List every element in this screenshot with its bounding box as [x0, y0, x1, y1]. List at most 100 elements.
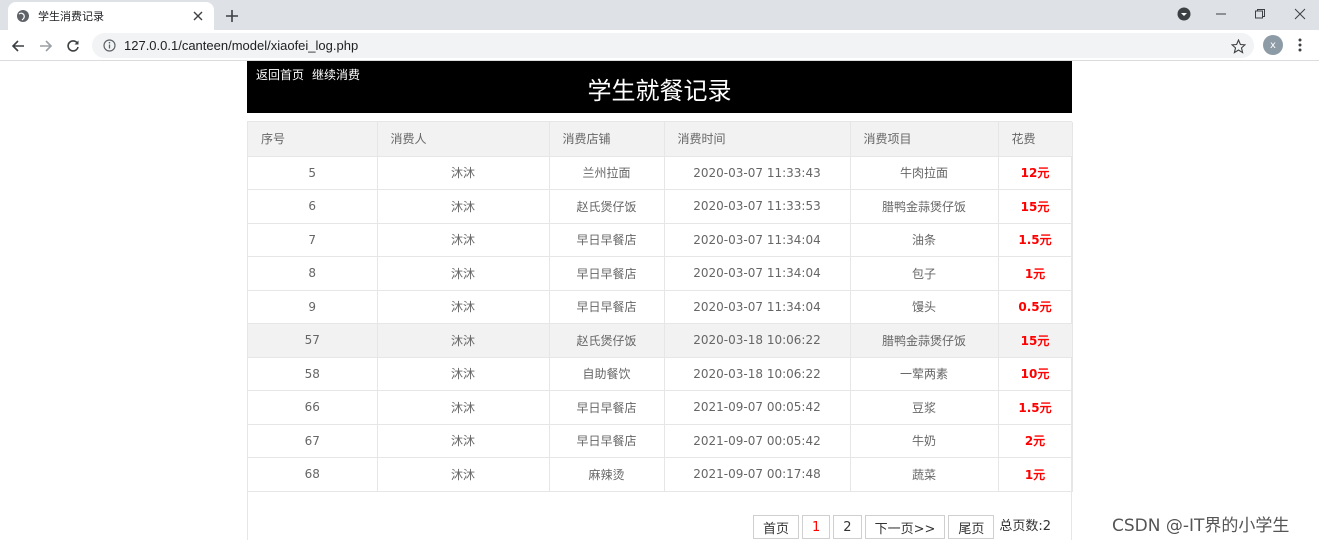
table-row: 67 沐沐 早日早餐店 2021-09-07 00:05:42 牛奶 2元 — [248, 424, 1073, 458]
cell-shop: 兰州拉面 — [549, 156, 665, 190]
page-2-button[interactable]: 2 — [833, 515, 862, 539]
browser-tab[interactable]: 学生消费记录 — [8, 2, 214, 30]
cell-shop: 早日早餐店 — [549, 223, 665, 257]
cell-item: 油条 — [850, 223, 999, 257]
restore-icon[interactable] — [1248, 4, 1272, 24]
page-header: 返回首页 继续消费 学生就餐记录 — [247, 61, 1072, 113]
avatar[interactable]: x — [1263, 35, 1283, 55]
table-row: 8 沐沐 早日早餐店 2020-03-07 11:34:04 包子 1元 — [248, 256, 1073, 291]
cell-shop: 早日早餐店 — [549, 256, 665, 291]
cell-id: 68 — [248, 457, 378, 492]
cell-item: 蔬菜 — [850, 457, 999, 492]
table-row: 66 沐沐 早日早餐店 2021-09-07 00:05:42 豆浆 1.5元 — [248, 390, 1073, 425]
cell-id: 6 — [248, 189, 378, 224]
forward-arrow-icon[interactable] — [35, 35, 57, 57]
cell-cost: 1元 — [998, 457, 1073, 492]
col-header-time: 消费时间 — [664, 122, 851, 157]
table-row: 5 沐沐 兰州拉面 2020-03-07 11:33:43 牛肉拉面 12元 — [248, 156, 1073, 190]
cell-consumer: 沐沐 — [377, 223, 550, 257]
cell-consumer: 沐沐 — [377, 156, 550, 190]
cell-id: 67 — [248, 424, 378, 458]
table-row: 7 沐沐 早日早餐店 2020-03-07 11:34:04 油条 1.5元 — [248, 223, 1073, 257]
tab-title: 学生消费记录 — [38, 10, 104, 23]
url-input[interactable]: 127.0.0.1/canteen/model/xiaofei_log.php — [92, 33, 1254, 58]
cell-time: 2020-03-18 10:06:22 — [664, 323, 851, 358]
cell-time: 2020-03-07 11:34:04 — [664, 223, 851, 257]
col-header-id: 序号 — [248, 122, 378, 157]
cell-item: 腊鸭金蒜煲仔饭 — [850, 323, 999, 358]
cell-cost: 1.5元 — [998, 223, 1073, 257]
col-header-shop: 消费店铺 — [549, 122, 665, 157]
cell-shop: 早日早餐店 — [549, 424, 665, 458]
cell-id: 66 — [248, 390, 378, 425]
cell-time: 2021-09-07 00:17:48 — [664, 457, 851, 492]
table-header-row: 序号 消费人 消费店铺 消费时间 消费项目 花费 — [248, 122, 1073, 157]
table-row: 58 沐沐 自助餐饮 2020-03-18 10:06:22 一荤两素 10元 — [248, 357, 1073, 391]
cell-cost: 10元 — [998, 357, 1073, 391]
cell-cost: 12元 — [998, 156, 1073, 190]
window-close-icon[interactable] — [1288, 4, 1312, 24]
cell-item: 牛奶 — [850, 424, 999, 458]
pagination: 首页 1 2 下一页>> 尾页 总页数:2 — [753, 515, 1051, 539]
cell-cost: 0.5元 — [998, 290, 1073, 324]
cell-item: 馒头 — [850, 290, 999, 324]
last-page-button[interactable]: 尾页 — [948, 515, 995, 539]
page-title: 学生就餐记录 — [587, 77, 732, 105]
cell-cost: 1.5元 — [998, 390, 1073, 425]
cell-shop: 赵氏煲仔饭 — [549, 323, 665, 358]
browser-tab-bar: 学生消费记录 — [0, 0, 1319, 30]
cell-time: 2020-03-18 10:06:22 — [664, 357, 851, 391]
cell-consumer: 沐沐 — [377, 424, 550, 458]
first-page-button[interactable]: 首页 — [753, 515, 800, 539]
table-row: 6 沐沐 赵氏煲仔饭 2020-03-07 11:33:53 腊鸭金蒜煲仔饭 15元 — [248, 189, 1073, 224]
cell-consumer: 沐沐 — [377, 189, 550, 224]
table-body: 5 沐沐 兰州拉面 2020-03-07 11:33:43 牛肉拉面 12元 6 沐沐 赵氏煲仔… — [248, 156, 1073, 492]
cell-id: 9 — [248, 290, 378, 324]
cell-item: 牛肉拉面 — [850, 156, 999, 190]
cell-item: 腊鸭金蒜煲仔饭 — [850, 189, 999, 224]
records-table: 序号 消费人 消费店铺 消费时间 消费项目 花费 5 沐沐 兰州拉面 2020-03-… — [248, 122, 1073, 492]
cell-item: 包子 — [850, 256, 999, 291]
cell-cost: 1元 — [998, 256, 1073, 291]
close-icon[interactable] — [190, 8, 206, 24]
reload-icon[interactable] — [62, 35, 84, 57]
cell-id: 57 — [248, 323, 378, 358]
table-row: 9 沐沐 早日早餐店 2020-03-07 11:34:04 馒头 0.5元 — [248, 290, 1073, 324]
minimize-icon[interactable] — [1209, 4, 1233, 24]
page-1-button[interactable]: 1 — [802, 515, 831, 539]
new-tab-icon[interactable] — [222, 6, 242, 26]
cell-consumer: 沐沐 — [377, 457, 550, 492]
cell-consumer: 沐沐 — [377, 390, 550, 425]
more-menu-icon[interactable] — [1292, 35, 1308, 55]
cell-shop: 早日早餐店 — [549, 390, 665, 425]
cell-consumer: 沐沐 — [377, 256, 550, 291]
cell-time: 2021-09-07 00:05:42 — [664, 390, 851, 425]
cell-time: 2020-03-07 11:34:04 — [664, 290, 851, 324]
table-row: 57 沐沐 赵氏煲仔饭 2020-03-18 10:06:22 腊鸭金蒜煲仔饭 15元 — [248, 323, 1073, 358]
records-table-container: 序号 消费人 消费店铺 消费时间 消费项目 花费 5 沐沐 兰州拉面 2020-03-… — [247, 121, 1073, 540]
address-bar: 127.0.0.1/canteen/model/xiaofei_log.php … — [0, 30, 1319, 61]
url-text: 127.0.0.1/canteen/model/xiaofei_log.php — [124, 38, 359, 53]
cell-consumer: 沐沐 — [377, 357, 550, 391]
col-header-item: 消费项目 — [850, 122, 999, 157]
info-icon[interactable] — [102, 39, 116, 53]
cell-id: 5 — [248, 156, 378, 190]
back-arrow-icon[interactable] — [7, 35, 29, 57]
cell-time: 2020-03-07 11:34:04 — [664, 256, 851, 291]
col-header-consumer: 消费人 — [377, 122, 550, 157]
cell-shop: 自助餐饮 — [549, 357, 665, 391]
cell-item: 一荤两素 — [850, 357, 999, 391]
profile-dropdown-icon[interactable] — [1172, 4, 1196, 24]
cell-id: 7 — [248, 223, 378, 257]
bookmark-star-icon[interactable] — [1230, 38, 1246, 54]
watermark: CSDN @-IT界的小学生 — [1112, 516, 1290, 536]
col-header-cost: 花费 — [998, 122, 1073, 157]
cell-shop: 赵氏煲仔饭 — [549, 189, 665, 224]
cell-consumer: 沐沐 — [377, 290, 550, 324]
total-pages-label: 总页数:2 — [999, 518, 1052, 534]
cell-shop: 早日早餐店 — [549, 290, 665, 324]
cell-id: 58 — [248, 357, 378, 391]
cell-consumer: 沐沐 — [377, 323, 550, 358]
next-page-button[interactable]: 下一页>> — [864, 515, 946, 539]
cell-time: 2020-03-07 11:33:53 — [664, 189, 851, 224]
